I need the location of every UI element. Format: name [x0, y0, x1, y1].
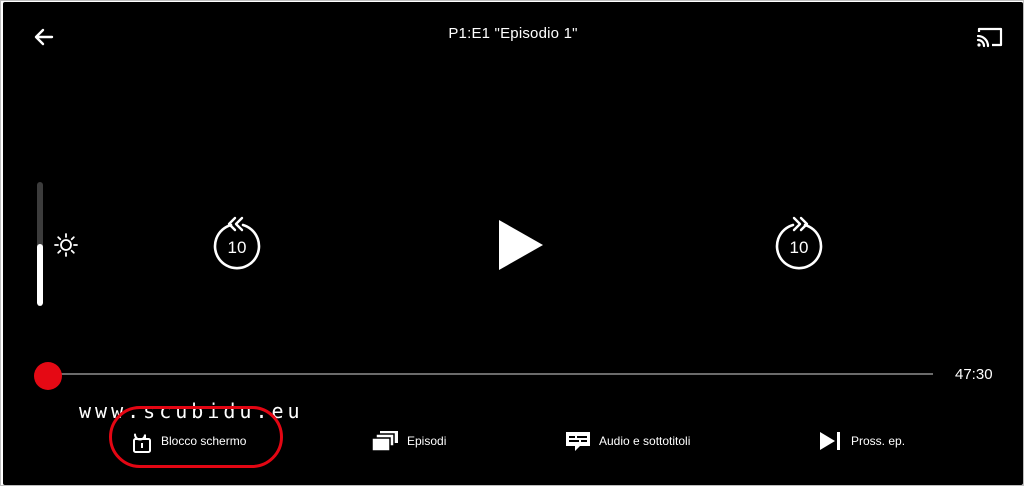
lock-screen-button[interactable]: Blocco schermo	[131, 426, 246, 456]
audio-subtitles-label: Audio e sottotitoli	[599, 434, 691, 448]
time-remaining: 47:30	[955, 366, 993, 383]
forward-10-button[interactable]: 10	[771, 213, 827, 273]
screenshot-frame: P1:E1 "Episodio 1" 10 10 47:30 www.scubi…	[0, 0, 1024, 486]
next-episode-label: Pross. ep.	[851, 434, 906, 448]
video-player: P1:E1 "Episodio 1" 10 10 47:30 www.scubi…	[3, 2, 1023, 485]
play-button[interactable]	[493, 216, 549, 274]
brightness-indicator	[52, 231, 80, 259]
play-icon	[499, 220, 543, 270]
lock-screen-label: Blocco schermo	[161, 434, 247, 448]
rewind-10-button[interactable]: 10	[209, 213, 265, 273]
progress-scrubber[interactable]	[34, 362, 62, 390]
brightness-slider[interactable]	[37, 182, 43, 306]
next-episode-button[interactable]: Pross. ep.	[819, 426, 905, 456]
cast-button[interactable]	[973, 22, 1007, 52]
episodes-button[interactable]: Episodi	[371, 426, 446, 456]
unlock-icon	[133, 433, 151, 453]
forward-seconds-label: 10	[789, 238, 809, 257]
brightness-icon	[54, 233, 78, 257]
progress-bar[interactable]	[47, 373, 933, 375]
episodes-icon	[371, 431, 398, 452]
episodes-label: Episodi	[407, 434, 447, 448]
cast-icon	[976, 27, 1003, 48]
subtitles-icon	[566, 432, 590, 451]
audio-subtitles-button[interactable]: Audio e sottotitoli	[565, 426, 690, 456]
episode-title: P1:E1 "Episodio 1"	[448, 25, 578, 42]
brightness-level	[37, 244, 43, 306]
next-episode-icon	[820, 432, 840, 450]
rewind-seconds-label: 10	[227, 238, 247, 257]
